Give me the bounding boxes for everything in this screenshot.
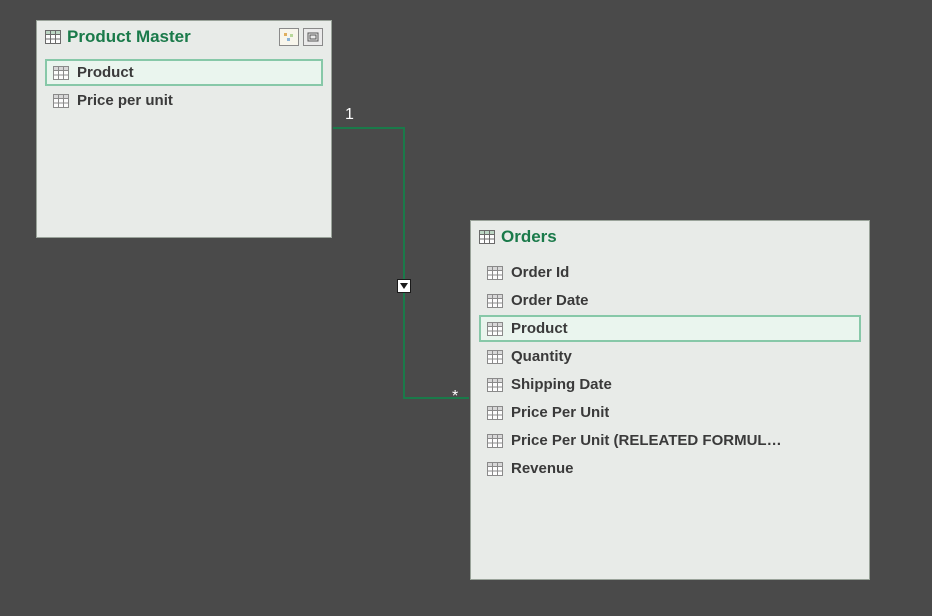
table-icon xyxy=(487,462,503,476)
field-label: Price Per Unit xyxy=(511,404,609,421)
entity-orders[interactable]: Orders Order Id Order Date Product xyxy=(470,220,870,580)
table-icon xyxy=(487,266,503,280)
field-price-per-unit-related-formula[interactable]: Price Per Unit (RELEATED FORMUL… xyxy=(479,427,861,454)
entity-header-actions xyxy=(279,28,323,46)
entity-title: Orders xyxy=(501,227,861,247)
field-order-id[interactable]: Order Id xyxy=(479,259,861,286)
table-icon xyxy=(487,378,503,392)
field-label: Quantity xyxy=(511,348,572,365)
field-label: Order Id xyxy=(511,264,569,281)
table-icon xyxy=(487,294,503,308)
table-icon xyxy=(53,94,69,108)
table-icon xyxy=(487,350,503,364)
entity-body: Product Price per unit xyxy=(37,54,331,123)
field-order-date[interactable]: Order Date xyxy=(479,287,861,314)
table-icon xyxy=(53,66,69,80)
field-label: Product xyxy=(511,320,568,337)
field-label: Price Per Unit (RELEATED FORMUL… xyxy=(511,432,782,449)
entity-product-master[interactable]: Product Master xyxy=(36,20,332,238)
field-label: Price per unit xyxy=(77,92,173,109)
entity-title: Product Master xyxy=(67,27,273,47)
table-icon xyxy=(479,230,495,244)
field-price-per-unit[interactable]: Price per unit xyxy=(45,87,323,114)
field-label: Order Date xyxy=(511,292,589,309)
entity-header: Product Master xyxy=(37,21,331,54)
field-label: Shipping Date xyxy=(511,376,612,393)
cardinality-many-label: * xyxy=(452,388,458,406)
entity-header: Orders xyxy=(471,221,869,254)
table-icon xyxy=(487,434,503,448)
entity-maximize-button[interactable] xyxy=(303,28,323,46)
table-icon xyxy=(45,30,61,44)
field-label: Product xyxy=(77,64,134,81)
field-revenue[interactable]: Revenue xyxy=(479,455,861,482)
field-product[interactable]: Product xyxy=(479,315,861,342)
diagram-canvas[interactable]: Product Master xyxy=(0,0,932,616)
field-quantity[interactable]: Quantity xyxy=(479,343,861,370)
entity-body: Order Id Order Date Product Quantity xyxy=(471,254,869,491)
field-shipping-date[interactable]: Shipping Date xyxy=(479,371,861,398)
field-product[interactable]: Product xyxy=(45,59,323,86)
field-price-per-unit[interactable]: Price Per Unit xyxy=(479,399,861,426)
cardinality-one-label: 1 xyxy=(345,106,354,124)
table-icon xyxy=(487,406,503,420)
filter-direction-icon xyxy=(397,279,411,293)
field-label: Revenue xyxy=(511,460,574,477)
entity-options-button[interactable] xyxy=(279,28,299,46)
table-icon xyxy=(487,322,503,336)
